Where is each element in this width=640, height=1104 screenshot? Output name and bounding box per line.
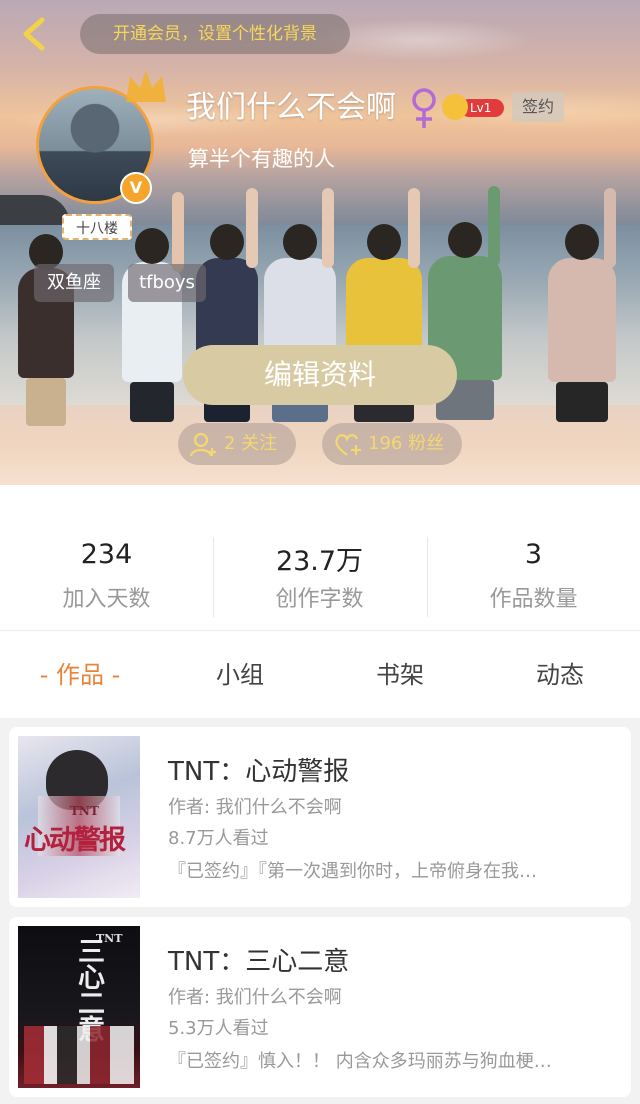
heart-plus-icon	[335, 434, 361, 456]
level-crown-icon	[442, 94, 468, 120]
book-card[interactable]: TNT 三心二意 TNT：三心二意 作者: 我们什么不会啊 5.3万人看过 『已…	[9, 917, 631, 1097]
book-description: 『已签约』『第一次遇到你时，上帝俯身在我…	[168, 861, 537, 882]
profile-tabs: - 作品 - 小组 书架 动态	[0, 630, 640, 718]
cover-title: 心动警报	[24, 825, 126, 856]
profile-tag: 双鱼座	[34, 264, 114, 302]
stats-panel: 234 加入天数 23.7万 创作字数 3 作品数量	[0, 485, 640, 630]
chevron-left-icon	[23, 17, 45, 51]
stat-value: 3	[524, 539, 543, 570]
book-cover: TNT 心动警报	[18, 736, 140, 898]
cover-badge: TNT	[70, 804, 99, 818]
following-count: 2 关注	[224, 433, 278, 454]
stat-join-days: 234 加入天数	[0, 485, 213, 630]
edit-profile-button[interactable]: 编辑资料	[183, 345, 457, 405]
book-views: 8.7万人看过	[168, 828, 269, 849]
vip-promo-button[interactable]: 开通会员，设置个性化背景	[80, 14, 350, 54]
book-author: 作者: 我们什么不会啊	[168, 987, 342, 1008]
female-gender-icon	[412, 88, 436, 128]
user-nickname: 我们什么不会啊	[186, 90, 396, 125]
cover-figures	[24, 1026, 134, 1084]
followers-count: 196 粉丝	[368, 433, 445, 454]
book-cover: TNT 三心二意	[18, 926, 140, 1088]
profile-header-background: 开通会员，设置个性化背景 V 十八楼 我们什么不会啊 Lv1 签约 算半个有趣的…	[0, 0, 640, 485]
level-badge: Lv1	[442, 94, 504, 120]
tab-groups[interactable]: 小组	[160, 631, 320, 719]
tab-works[interactable]: - 作品 -	[0, 631, 160, 719]
stat-label: 作品数量	[489, 587, 578, 612]
stat-word-count: 23.7万 创作字数	[213, 485, 426, 630]
profile-tag: tfboys	[128, 264, 206, 302]
book-card[interactable]: TNT 心动警报 TNT：心动警报 作者: 我们什么不会啊 8.7万人看过 『已…	[9, 727, 631, 907]
book-title: TNT：心动警报	[168, 757, 350, 787]
stat-value: 234	[80, 539, 133, 570]
book-title: TNT：三心二意	[168, 947, 350, 977]
back-button[interactable]	[14, 14, 54, 54]
tab-bookshelf[interactable]: 书架	[320, 631, 480, 719]
stat-value: 23.7万	[275, 546, 364, 577]
verified-badge-icon: V	[120, 172, 152, 204]
crown-decoration-icon	[126, 70, 166, 102]
floor-tag: 十八楼	[62, 214, 132, 240]
signed-badge: 签约	[512, 92, 564, 122]
user-bio: 算半个有趣的人	[188, 147, 335, 171]
book-views: 5.3万人看过	[168, 1018, 269, 1039]
add-person-icon	[190, 432, 216, 457]
photo-person	[548, 188, 616, 422]
stat-work-count: 3 作品数量	[427, 485, 640, 630]
followers-button[interactable]: 196 粉丝	[322, 423, 462, 465]
following-button[interactable]: 2 关注	[178, 423, 296, 465]
tab-activity[interactable]: 动态	[480, 631, 640, 719]
stat-label: 加入天数	[62, 587, 151, 612]
book-author: 作者: 我们什么不会啊	[168, 797, 342, 818]
stat-label: 创作字数	[275, 587, 364, 612]
book-description: 『已签约』慎入！！ 内含众多玛丽苏与狗血梗…	[168, 1051, 552, 1072]
